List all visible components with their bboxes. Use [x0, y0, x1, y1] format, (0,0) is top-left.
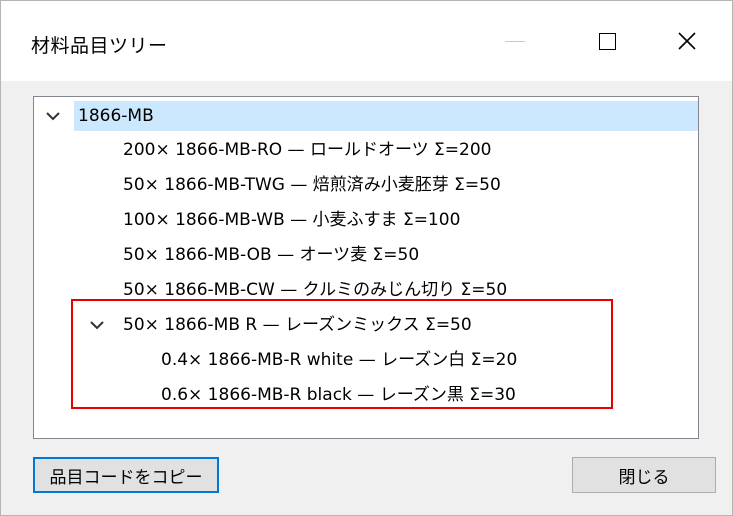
chevron-down-icon[interactable]: [88, 310, 106, 340]
close-window-button[interactable]: [641, 1, 733, 81]
window-title: 材料品目ツリー: [31, 35, 168, 57]
chevron-down-icon[interactable]: [44, 101, 62, 131]
tree-item-label: 0.4× 1866-MB-R white — レーズン白 Σ=20: [161, 350, 518, 370]
copy-code-button[interactable]: 品目コードをコピー: [33, 457, 219, 493]
tree-item-label: 1866-MB: [78, 106, 154, 126]
tree-item-label: 100× 1866-MB-WB — 小麦ふすま Σ=100: [123, 210, 461, 230]
tree-item-label: 0.6× 1866-MB-R black — レーズン黒 Σ=30: [161, 385, 516, 405]
material-tree-window: 材料品目ツリー 1866-MB 200× 1866-MB-RO — ロールドオー…: [0, 0, 733, 516]
tree-item-label: 200× 1866-MB-RO — ロールドオーツ Σ=200: [123, 140, 492, 160]
maximize-button[interactable]: [561, 1, 653, 81]
tree-item-root[interactable]: 1866-MB: [74, 101, 698, 131]
title-bar[interactable]: 材料品目ツリー: [1, 1, 732, 81]
material-tree-view[interactable]: 1866-MB 200× 1866-MB-RO — ロールドオーツ Σ=200 …: [33, 96, 699, 439]
maximize-icon: [598, 32, 616, 50]
tree-item-label: 50× 1866-MB R — レーズンミックス Σ=50: [123, 315, 472, 335]
close-button[interactable]: 閉じる: [572, 457, 716, 493]
minimize-button[interactable]: [469, 1, 561, 81]
close-icon: [678, 32, 696, 50]
tree-item-label: 50× 1866-MB-CW — クルミのみじん切り Σ=50: [123, 280, 508, 300]
tree-item-label: 50× 1866-MB-TWG — 焙煎済み小麦胚芽 Σ=50: [123, 175, 501, 195]
minimize-icon: [505, 40, 525, 42]
tree-item-label: 50× 1866-MB-OB — オーツ麦 Σ=50: [123, 245, 420, 265]
